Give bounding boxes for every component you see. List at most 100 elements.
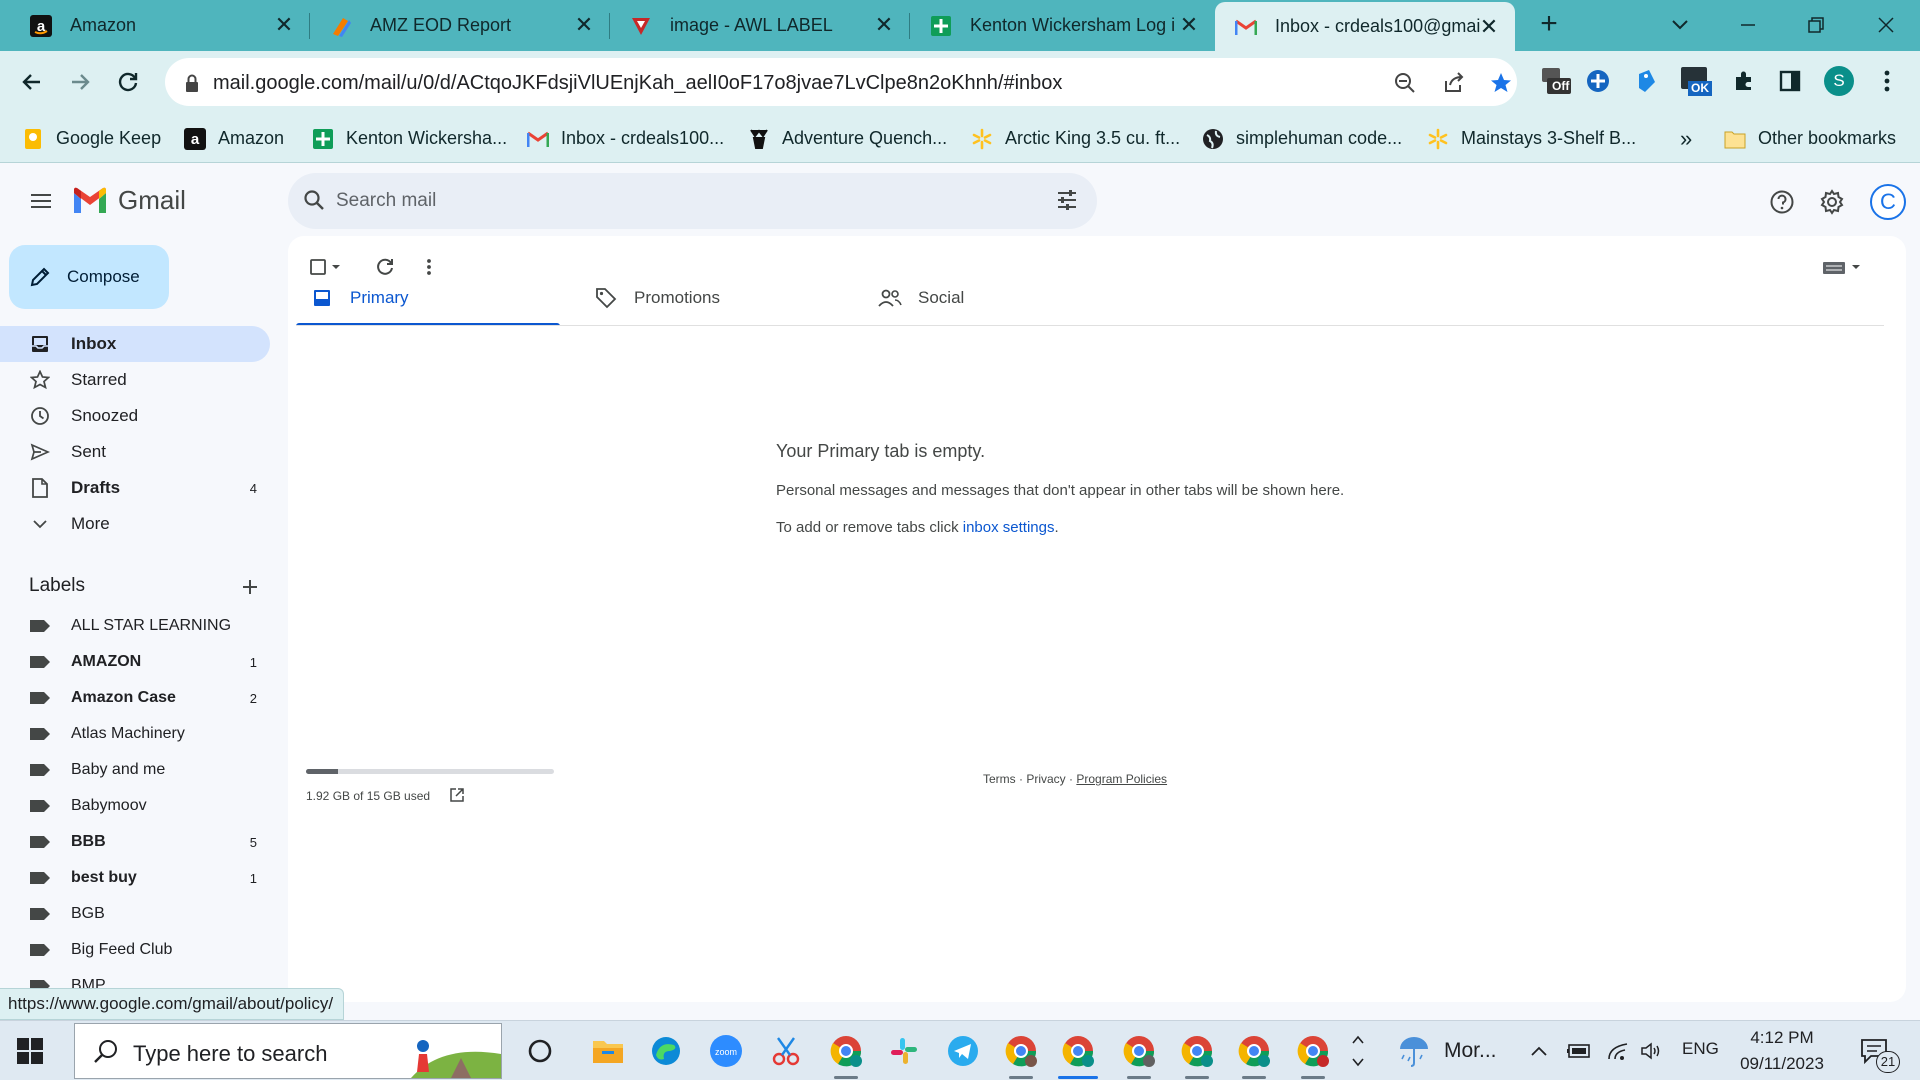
zoom-icon[interactable] bbox=[1392, 70, 1418, 96]
file-explorer-icon[interactable] bbox=[588, 1031, 628, 1071]
label-item[interactable]: Amazon Case 2 bbox=[0, 680, 270, 716]
create-label-icon[interactable] bbox=[236, 573, 264, 601]
chrome-profile-icon[interactable] bbox=[1001, 1031, 1041, 1079]
label-item[interactable]: AMAZON 1 bbox=[0, 644, 270, 680]
label-item[interactable]: best buy 1 bbox=[0, 860, 270, 896]
back-icon[interactable] bbox=[14, 64, 50, 100]
extensions-puzzle-icon[interactable] bbox=[1727, 64, 1761, 98]
cortana-icon[interactable] bbox=[520, 1031, 560, 1071]
bookmark-item[interactable]: Mainstays 3-Shelf B... bbox=[1427, 114, 1636, 163]
ok-extension-icon[interactable]: OK bbox=[1679, 64, 1713, 98]
chrome-profile-icon[interactable] bbox=[1293, 1031, 1333, 1079]
search-icon[interactable] bbox=[302, 188, 326, 217]
wifi-icon[interactable] bbox=[1604, 1031, 1634, 1071]
bookmarks-overflow-button[interactable]: » bbox=[1680, 114, 1692, 163]
share-icon[interactable] bbox=[1441, 70, 1467, 96]
browser-tab[interactable]: AMZ EOD Report ✕ bbox=[310, 0, 610, 51]
tab-social[interactable]: Social bbox=[864, 270, 1128, 326]
nav-sent[interactable]: Sent bbox=[0, 434, 270, 470]
chrome-profile-icon[interactable] bbox=[826, 1031, 866, 1079]
tab-close-icon[interactable]: ✕ bbox=[272, 13, 296, 37]
telegram-icon[interactable] bbox=[943, 1031, 983, 1071]
game-extension-icon[interactable] bbox=[1581, 64, 1615, 98]
system-clock[interactable]: 4:12 PM 09/11/2023 bbox=[1734, 1025, 1830, 1077]
weather-text[interactable]: Mor... bbox=[1444, 1039, 1497, 1063]
show-hidden-icons[interactable] bbox=[1526, 1031, 1552, 1071]
label-item[interactable]: ALL STAR LEARNING bbox=[0, 608, 270, 644]
reload-icon[interactable] bbox=[110, 64, 146, 100]
nav-drafts[interactable]: Drafts 4 bbox=[0, 470, 270, 506]
language-indicator[interactable]: ENG bbox=[1682, 1039, 1719, 1059]
tab-primary[interactable]: Primary bbox=[296, 270, 560, 326]
label-item[interactable]: BGB bbox=[0, 896, 270, 932]
chrome-menu-icon[interactable] bbox=[1870, 64, 1904, 98]
bookmark-item[interactable]: Adventure Quench... bbox=[748, 114, 947, 163]
bookmark-item[interactable]: a Amazon bbox=[184, 114, 284, 163]
profile-avatar[interactable]: S bbox=[1822, 64, 1856, 98]
input-tools-icon[interactable] bbox=[1820, 252, 1866, 282]
label-item[interactable]: Baby and me bbox=[0, 752, 270, 788]
browser-tab-active[interactable]: Inbox - crdeals100@gmai ✕ bbox=[1215, 2, 1515, 51]
new-tab-button[interactable]: + bbox=[1533, 9, 1565, 41]
bookmark-item[interactable]: Kenton Wickersha... bbox=[312, 114, 507, 163]
windows-start-icon[interactable] bbox=[16, 1037, 44, 1065]
label-item[interactable]: Atlas Machinery bbox=[0, 716, 270, 752]
chrome-profile-icon[interactable] bbox=[1119, 1031, 1159, 1079]
nav-more[interactable]: More bbox=[0, 506, 270, 542]
tab-close-icon[interactable]: ✕ bbox=[572, 13, 596, 37]
label-item[interactable]: Babymoov bbox=[0, 788, 270, 824]
side-panel-icon[interactable] bbox=[1773, 64, 1807, 98]
bookmark-item[interactable]: Arctic King 3.5 cu. ft... bbox=[971, 114, 1180, 163]
settings-gear-icon[interactable] bbox=[1815, 185, 1849, 219]
chrome-profile-icon[interactable] bbox=[1177, 1031, 1217, 1079]
restore-icon[interactable] bbox=[1796, 8, 1836, 42]
browser-tab[interactable]: Kenton Wickersham Log i ✕ bbox=[910, 0, 1215, 51]
nav-inbox[interactable]: Inbox bbox=[0, 326, 270, 362]
account-avatar[interactable]: C bbox=[1870, 184, 1906, 220]
support-icon[interactable] bbox=[1765, 185, 1799, 219]
compose-button[interactable]: Compose bbox=[9, 245, 169, 309]
tab-close-icon[interactable]: ✕ bbox=[1177, 13, 1201, 37]
address-bar[interactable]: mail.google.com/mail/u/0/d/ACtqoJKFdsjiV… bbox=[165, 58, 1517, 106]
minimize-icon[interactable] bbox=[1728, 8, 1768, 42]
chrome-profile-icon-active[interactable] bbox=[1058, 1031, 1098, 1079]
terms-link[interactable]: Terms bbox=[983, 772, 1016, 786]
browser-tab[interactable]: image - AWL LABEL ✕ bbox=[610, 0, 910, 51]
tab-promotions[interactable]: Promotions bbox=[580, 270, 844, 326]
browser-tab[interactable]: a Amazon ✕ bbox=[10, 0, 310, 51]
zoom-icon[interactable]: zoom bbox=[706, 1031, 746, 1071]
lock-icon[interactable] bbox=[179, 70, 205, 96]
search-options-icon[interactable] bbox=[1055, 188, 1079, 217]
bookmark-star-icon[interactable] bbox=[1488, 70, 1514, 96]
label-item[interactable]: Big Feed Club bbox=[0, 932, 270, 968]
snipping-tool-icon[interactable] bbox=[766, 1031, 806, 1071]
search-input[interactable] bbox=[336, 185, 986, 217]
chrome-profile-icon[interactable] bbox=[1234, 1031, 1274, 1079]
gmail-logo[interactable]: Gmail bbox=[72, 185, 186, 216]
nav-starred[interactable]: Starred bbox=[0, 362, 270, 398]
open-in-new-icon[interactable] bbox=[448, 786, 466, 804]
slack-icon[interactable] bbox=[884, 1031, 924, 1071]
volume-icon[interactable] bbox=[1637, 1031, 1667, 1071]
label-item[interactable]: BBB 5 bbox=[0, 824, 270, 860]
bookmark-item[interactable]: simplehuman code... bbox=[1202, 114, 1402, 163]
coffee-extension-icon[interactable]: Off bbox=[1538, 64, 1572, 98]
inbox-settings-link[interactable]: inbox settings bbox=[963, 519, 1055, 536]
other-bookmarks[interactable]: Other bookmarks bbox=[1724, 114, 1896, 163]
tab-close-icon[interactable]: ✕ bbox=[872, 13, 896, 37]
battery-icon[interactable] bbox=[1564, 1031, 1594, 1071]
tag-extension-icon[interactable] bbox=[1630, 64, 1664, 98]
tab-search-icon[interactable] bbox=[1660, 8, 1700, 42]
close-window-icon[interactable] bbox=[1866, 8, 1906, 42]
forward-icon[interactable] bbox=[62, 64, 98, 100]
edge-icon[interactable] bbox=[646, 1031, 686, 1071]
search-bar[interactable] bbox=[288, 173, 1097, 229]
taskbar-scroll-icon[interactable] bbox=[1346, 1031, 1370, 1071]
notifications-icon[interactable]: 21 bbox=[1854, 1031, 1900, 1073]
bookmark-item[interactable]: Google Keep bbox=[22, 114, 161, 163]
tab-close-icon[interactable]: ✕ bbox=[1477, 15, 1501, 39]
privacy-link[interactable]: Privacy bbox=[1026, 772, 1065, 786]
taskbar-search-box[interactable]: Type here to search bbox=[74, 1023, 502, 1079]
bookmark-item[interactable]: Inbox - crdeals100... bbox=[527, 114, 724, 163]
nav-snoozed[interactable]: Snoozed bbox=[0, 398, 270, 434]
